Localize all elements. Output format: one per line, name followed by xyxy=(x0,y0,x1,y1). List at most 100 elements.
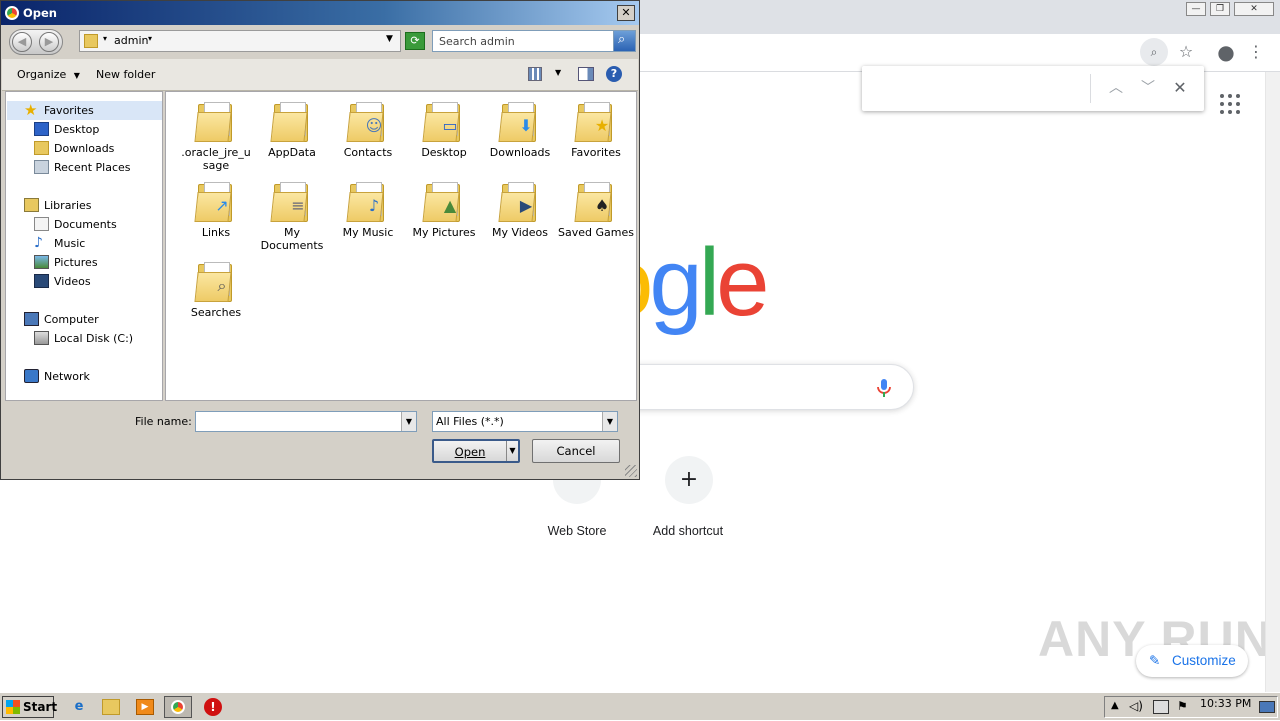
add-shortcut-label[interactable]: Add shortcut xyxy=(628,524,748,538)
folder-music-icon: ♪ xyxy=(346,178,390,224)
open-split-dropdown-icon[interactable]: ▼ xyxy=(506,441,518,461)
forward-arrow-icon[interactable]: ▶ xyxy=(39,32,59,52)
find-close-icon[interactable]: ✕ xyxy=(1166,74,1194,102)
file-type-dropdown-icon[interactable]: ▼ xyxy=(602,412,617,431)
nav-pictures-label: Pictures xyxy=(54,256,98,269)
folder-item[interactable]: ▶ My Videos xyxy=(482,178,558,239)
folder-item[interactable]: AppData xyxy=(254,98,330,159)
web-store-label[interactable]: Web Store xyxy=(517,524,637,538)
file-name-input[interactable]: ▼ xyxy=(195,411,417,432)
file-name-dropdown-icon[interactable]: ▼ xyxy=(401,412,416,431)
folder-videos-icon: ▶ xyxy=(498,178,542,224)
open-button[interactable]: Open ▼ xyxy=(432,439,520,463)
browser-restore-button[interactable]: ❐ xyxy=(1210,2,1230,16)
folder-item[interactable]: ♪ My Music xyxy=(330,178,406,239)
back-arrow-icon[interactable]: ◀ xyxy=(12,32,32,52)
folder-item[interactable]: ★ Favorites xyxy=(558,98,634,159)
folder-item[interactable]: ↗ Links xyxy=(178,178,254,239)
address-crumb[interactable]: admin xyxy=(114,34,148,47)
user-folder-icon xyxy=(84,34,98,48)
voice-search-icon[interactable] xyxy=(876,378,892,398)
star-icon: ★ xyxy=(24,101,38,119)
volume-icon[interactable]: ◁) xyxy=(1129,699,1143,713)
search-input[interactable]: Search admin xyxy=(432,30,636,52)
find-previous-icon[interactable]: ︿ xyxy=(1102,74,1130,102)
address-history-dropdown-icon[interactable]: ▼ xyxy=(386,34,393,44)
dialog-close-button[interactable]: ✕ xyxy=(617,5,635,21)
network-icon xyxy=(24,369,39,383)
folder-label: My Documents xyxy=(260,226,324,252)
refresh-icon[interactable]: ⟳ xyxy=(405,32,425,50)
profile-avatar-icon[interactable]: ● xyxy=(1212,38,1240,66)
network-tray-icon[interactable] xyxy=(1153,700,1169,714)
libraries-icon xyxy=(24,198,39,212)
change-view-icon[interactable] xyxy=(528,67,542,81)
folder-item[interactable]: ▭ Desktop xyxy=(406,98,482,159)
folder-blank-icon xyxy=(194,98,238,144)
breadcrumb-chevron-icon[interactable]: ▾ xyxy=(103,34,107,43)
folder-item[interactable]: .oracle_jre_u sage xyxy=(178,98,254,172)
folder-item[interactable]: ▲ My Pictures xyxy=(406,178,482,239)
bookmark-star-icon[interactable]: ☆ xyxy=(1172,38,1200,66)
chrome-taskbar-icon xyxy=(171,700,185,714)
folder-item[interactable]: ≡ My Documents xyxy=(254,178,330,252)
nav-libraries-label: Libraries xyxy=(44,199,92,212)
folder-games-icon: ♠ xyxy=(574,178,618,224)
folder-item[interactable]: ⬇ Downloads xyxy=(482,98,558,159)
stop-process-icon[interactable]: ! xyxy=(204,698,222,716)
address-bar[interactable]: ▾ admin ▾ ▼ xyxy=(79,30,401,52)
cancel-button[interactable]: Cancel xyxy=(532,439,620,463)
folder-label: My Videos xyxy=(491,226,549,239)
folder-item[interactable]: ♠ Saved Games xyxy=(558,178,634,239)
help-icon[interactable]: ? xyxy=(606,66,622,82)
internet-explorer-icon[interactable]: e xyxy=(68,697,90,717)
customize-button[interactable]: ✎ Customize xyxy=(1136,645,1248,677)
nav-network-label: Network xyxy=(44,370,90,383)
google-apps-icon[interactable] xyxy=(1218,92,1242,116)
find-divider xyxy=(1090,74,1091,103)
media-player-icon[interactable]: ▶ xyxy=(136,699,154,715)
browser-minimize-button[interactable]: — xyxy=(1186,2,1206,16)
browser-close-button[interactable]: ✕ xyxy=(1234,2,1274,16)
zoom-lens-icon[interactable]: ⌕ xyxy=(1140,38,1168,66)
dialog-title-bar[interactable]: Open xyxy=(1,1,639,25)
search-icon[interactable]: ⌕ xyxy=(613,31,635,51)
videos-icon xyxy=(34,274,49,288)
menu-kebab-icon[interactable]: ⋮ xyxy=(1242,38,1270,66)
find-next-icon[interactable]: ﹀ xyxy=(1134,74,1162,102)
search-placeholder: Search admin xyxy=(439,35,515,48)
organize-menu[interactable]: Organize ▼ xyxy=(17,68,80,81)
find-input[interactable] xyxy=(870,74,1084,102)
navigation-pane: ★ Favorites Desktop Downloads Recent Plac… xyxy=(5,91,163,401)
chrome-taskbar-button[interactable] xyxy=(164,696,192,718)
command-bar: Organize ▼ New folder ▼ ? xyxy=(2,59,638,91)
nav-documents-label: Documents xyxy=(54,218,117,231)
preview-pane-icon[interactable] xyxy=(578,67,594,81)
file-explorer-icon[interactable] xyxy=(102,699,120,715)
folder-item[interactable]: ⌕ Searches xyxy=(178,258,254,319)
nav-videos-label: Videos xyxy=(54,275,91,288)
view-dropdown-icon[interactable]: ▼ xyxy=(555,68,561,77)
add-shortcut-icon[interactable]: + xyxy=(665,456,713,504)
folder-item[interactable]: ☺ Contacts xyxy=(330,98,406,159)
folder-favorites-icon: ★ xyxy=(574,98,618,144)
nav-music-label: Music xyxy=(54,237,86,250)
open-label: Open xyxy=(454,445,486,459)
folder-label: My Pictures xyxy=(412,226,476,239)
nav-computer-label: Computer xyxy=(44,313,99,326)
folder-label: Contacts xyxy=(343,146,393,159)
downloads-folder-icon xyxy=(34,141,49,155)
action-center-flag-icon[interactable]: ⚑ xyxy=(1177,699,1188,713)
show-desktop-icon[interactable] xyxy=(1259,701,1275,713)
pictures-icon xyxy=(34,255,49,269)
show-hidden-icons-icon[interactable]: ▲ xyxy=(1111,700,1119,711)
file-type-select[interactable]: All Files (*.*) ▼ xyxy=(432,411,618,432)
page-scrollbar[interactable] xyxy=(1265,72,1280,692)
resize-grip-icon[interactable] xyxy=(625,465,637,477)
new-folder-button[interactable]: New folder xyxy=(96,68,155,81)
folder-pictures-icon: ▲ xyxy=(422,178,466,224)
crumb-dropdown-icon[interactable]: ▾ xyxy=(148,34,152,43)
start-button[interactable]: Start xyxy=(2,696,57,718)
organize-dropdown-icon: ▼ xyxy=(73,71,80,80)
hard-disk-icon xyxy=(34,331,49,345)
